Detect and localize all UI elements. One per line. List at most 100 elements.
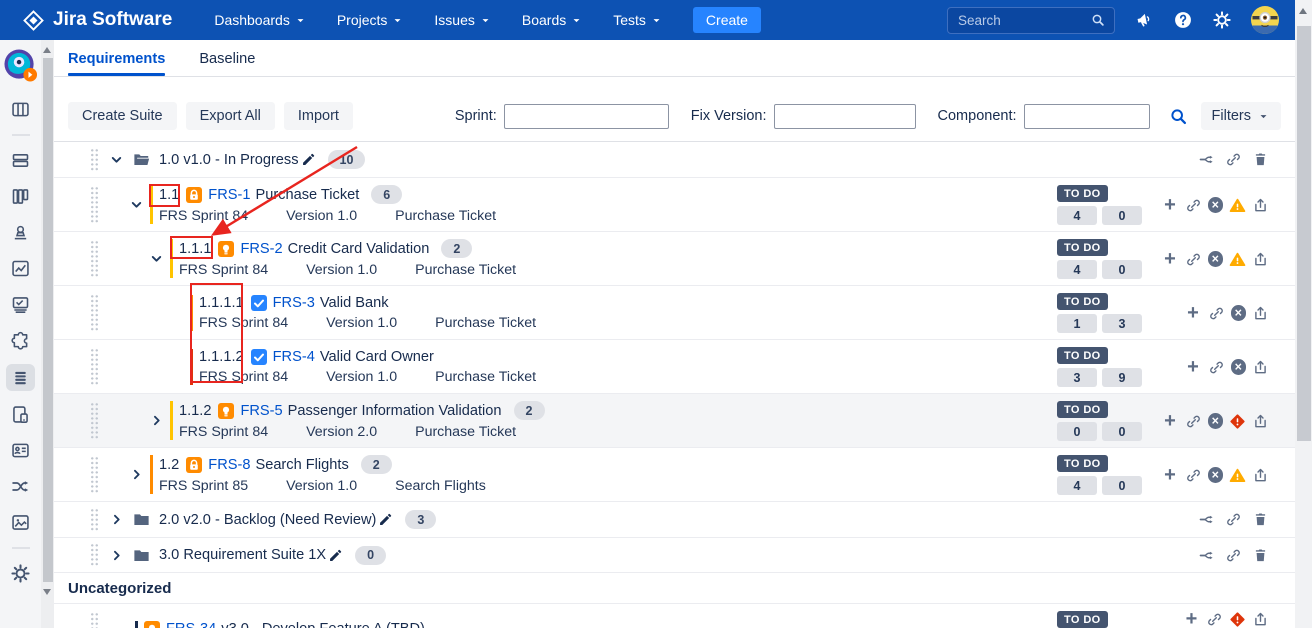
suite-row-2-0[interactable]: 2.0 v2.0 - Backlog (Need Review) 3 xyxy=(54,502,1295,538)
remove-icon[interactable] xyxy=(1208,467,1224,483)
issue-key-link[interactable]: FRS-34 xyxy=(166,621,216,628)
menu-dashboards[interactable]: Dashboards xyxy=(214,12,307,28)
remove-icon[interactable] xyxy=(1208,197,1224,213)
remove-icon[interactable] xyxy=(1231,359,1247,375)
add-icon[interactable] xyxy=(1162,467,1179,484)
user-avatar[interactable] xyxy=(1251,6,1279,34)
chevron-right-icon[interactable] xyxy=(109,512,124,527)
add-icon[interactable] xyxy=(1185,359,1202,376)
scroll-up-arrow[interactable] xyxy=(1299,8,1307,14)
link-icon[interactable] xyxy=(1208,359,1225,376)
megaphone-icon[interactable] xyxy=(1134,10,1154,30)
requirement-title[interactable]: Valid Bank xyxy=(320,295,389,311)
settings-gear-icon[interactable] xyxy=(7,561,34,586)
requirement-row-frs-34[interactable]: FRS-34 v3.0 - Develop Feature A (TBD) TO… xyxy=(54,604,1295,628)
suite-title[interactable]: 3.0 Requirement Suite 1X xyxy=(159,547,326,563)
requirement-title[interactable]: Valid Card Owner xyxy=(320,349,434,365)
add-icon[interactable] xyxy=(1162,251,1179,268)
drag-handle[interactable] xyxy=(90,612,99,628)
export-all-button[interactable]: Export All xyxy=(186,102,275,130)
suite-title[interactable]: 1.0 v1.0 - In Progress xyxy=(159,152,299,168)
chevron-right-icon[interactable] xyxy=(109,548,124,563)
link-icon[interactable] xyxy=(1225,151,1242,168)
requirement-title[interactable]: Credit Card Validation xyxy=(288,241,430,257)
requirement-row-frs-4[interactable]: 1.1.1.2 FRS-4 Valid Card Owner FRS Sprin… xyxy=(54,340,1295,394)
app-logo[interactable]: Jira Software xyxy=(22,9,172,32)
export-icon[interactable] xyxy=(1252,359,1269,376)
suite-title[interactable]: 2.0 v2.0 - Backlog (Need Review) xyxy=(159,512,376,528)
trash-icon[interactable] xyxy=(1252,151,1269,168)
search-input[interactable] xyxy=(956,12,1090,29)
issue-key-link[interactable]: FRS-5 xyxy=(240,403,282,419)
export-icon[interactable] xyxy=(1252,467,1269,484)
link-icon[interactable] xyxy=(1185,413,1202,430)
filters-button[interactable]: Filters xyxy=(1201,102,1281,130)
edit-pencil-icon[interactable] xyxy=(328,548,343,563)
link-icon[interactable] xyxy=(1185,197,1202,214)
create-button[interactable]: Create xyxy=(693,7,761,33)
issue-key-link[interactable]: FRS-3 xyxy=(273,295,315,311)
images-icon[interactable] xyxy=(7,510,34,535)
add-icon[interactable] xyxy=(1185,305,1202,322)
menu-tests[interactable]: Tests xyxy=(613,12,663,28)
edit-pencil-icon[interactable] xyxy=(378,512,393,527)
issue-key-link[interactable]: FRS-4 xyxy=(273,349,315,365)
sprint-input[interactable] xyxy=(504,104,669,129)
link-icon[interactable] xyxy=(1225,547,1242,564)
scrollbar-thumb[interactable] xyxy=(43,58,53,582)
issue-key-link[interactable]: FRS-1 xyxy=(208,187,250,203)
export-icon[interactable] xyxy=(1252,305,1269,322)
project-avatar[interactable] xyxy=(3,48,38,83)
export-icon[interactable] xyxy=(1252,197,1269,214)
scrollbar-thumb[interactable] xyxy=(1297,26,1311,441)
chevron-right-icon[interactable] xyxy=(149,413,164,428)
drag-handle[interactable] xyxy=(90,456,99,494)
import-button[interactable]: Import xyxy=(284,102,353,130)
requirements-list-icon[interactable] xyxy=(6,364,35,391)
drag-handle[interactable] xyxy=(90,148,99,172)
suite-row-3-0[interactable]: 3.0 Requirement Suite 1X 0 xyxy=(54,538,1295,573)
move-branch-icon[interactable] xyxy=(1198,547,1215,564)
shuffle-icon[interactable] xyxy=(7,474,34,499)
drag-handle[interactable] xyxy=(90,402,99,440)
chevron-down-icon[interactable] xyxy=(149,251,164,266)
chevron-down-icon[interactable] xyxy=(129,197,144,212)
trash-icon[interactable] xyxy=(1252,547,1269,564)
export-icon[interactable] xyxy=(1252,413,1269,430)
add-icon[interactable] xyxy=(1183,611,1200,628)
issue-key-link[interactable]: FRS-2 xyxy=(240,241,282,257)
drag-handle[interactable] xyxy=(90,186,99,224)
requirement-title[interactable]: Search Flights xyxy=(255,457,348,473)
drag-handle[interactable] xyxy=(90,543,99,567)
export-icon[interactable] xyxy=(1252,611,1269,628)
filter-search-icon[interactable] xyxy=(1168,106,1189,127)
drag-handle[interactable] xyxy=(90,348,99,386)
requirement-title[interactable]: v3.0 - Develop Feature A (TBD) xyxy=(221,621,425,628)
create-suite-button[interactable]: Create Suite xyxy=(68,102,177,130)
menu-issues[interactable]: Issues xyxy=(434,12,491,28)
gear-icon[interactable] xyxy=(1212,10,1232,30)
edit-pencil-icon[interactable] xyxy=(301,152,316,167)
drag-handle[interactable] xyxy=(90,508,99,532)
tab-requirements[interactable]: Requirements xyxy=(68,51,165,76)
move-branch-icon[interactable] xyxy=(1198,151,1215,168)
link-icon[interactable] xyxy=(1225,511,1242,528)
boards-icon[interactable] xyxy=(7,97,34,122)
export-icon[interactable] xyxy=(1252,251,1269,268)
sidebar-scrollbar[interactable] xyxy=(41,40,54,628)
link-icon[interactable] xyxy=(1185,251,1202,268)
requirement-row-frs-5[interactable]: 1.1.2 FRS-5 Passenger Information Valida… xyxy=(54,394,1295,448)
requirement-row-frs-1[interactable]: 1.1 FRS-1 Purchase Ticket 6 FRS Sprint 8… xyxy=(54,178,1295,232)
link-icon[interactable] xyxy=(1206,611,1223,628)
trash-icon[interactable] xyxy=(1252,511,1269,528)
drag-handle[interactable] xyxy=(90,294,99,332)
add-icon[interactable] xyxy=(1162,197,1179,214)
scroll-down-arrow[interactable] xyxy=(43,589,51,595)
chevron-right-icon[interactable] xyxy=(129,467,144,482)
menu-boards[interactable]: Boards xyxy=(522,12,583,28)
requirement-row-frs-8[interactable]: 1.2 FRS-8 Search Flights 2 FRS Sprint 85… xyxy=(54,448,1295,502)
link-icon[interactable] xyxy=(1208,305,1225,322)
test-checklist-icon[interactable] xyxy=(7,292,34,317)
reports-chart-icon[interactable] xyxy=(7,256,34,281)
search-icon[interactable] xyxy=(1090,12,1106,28)
